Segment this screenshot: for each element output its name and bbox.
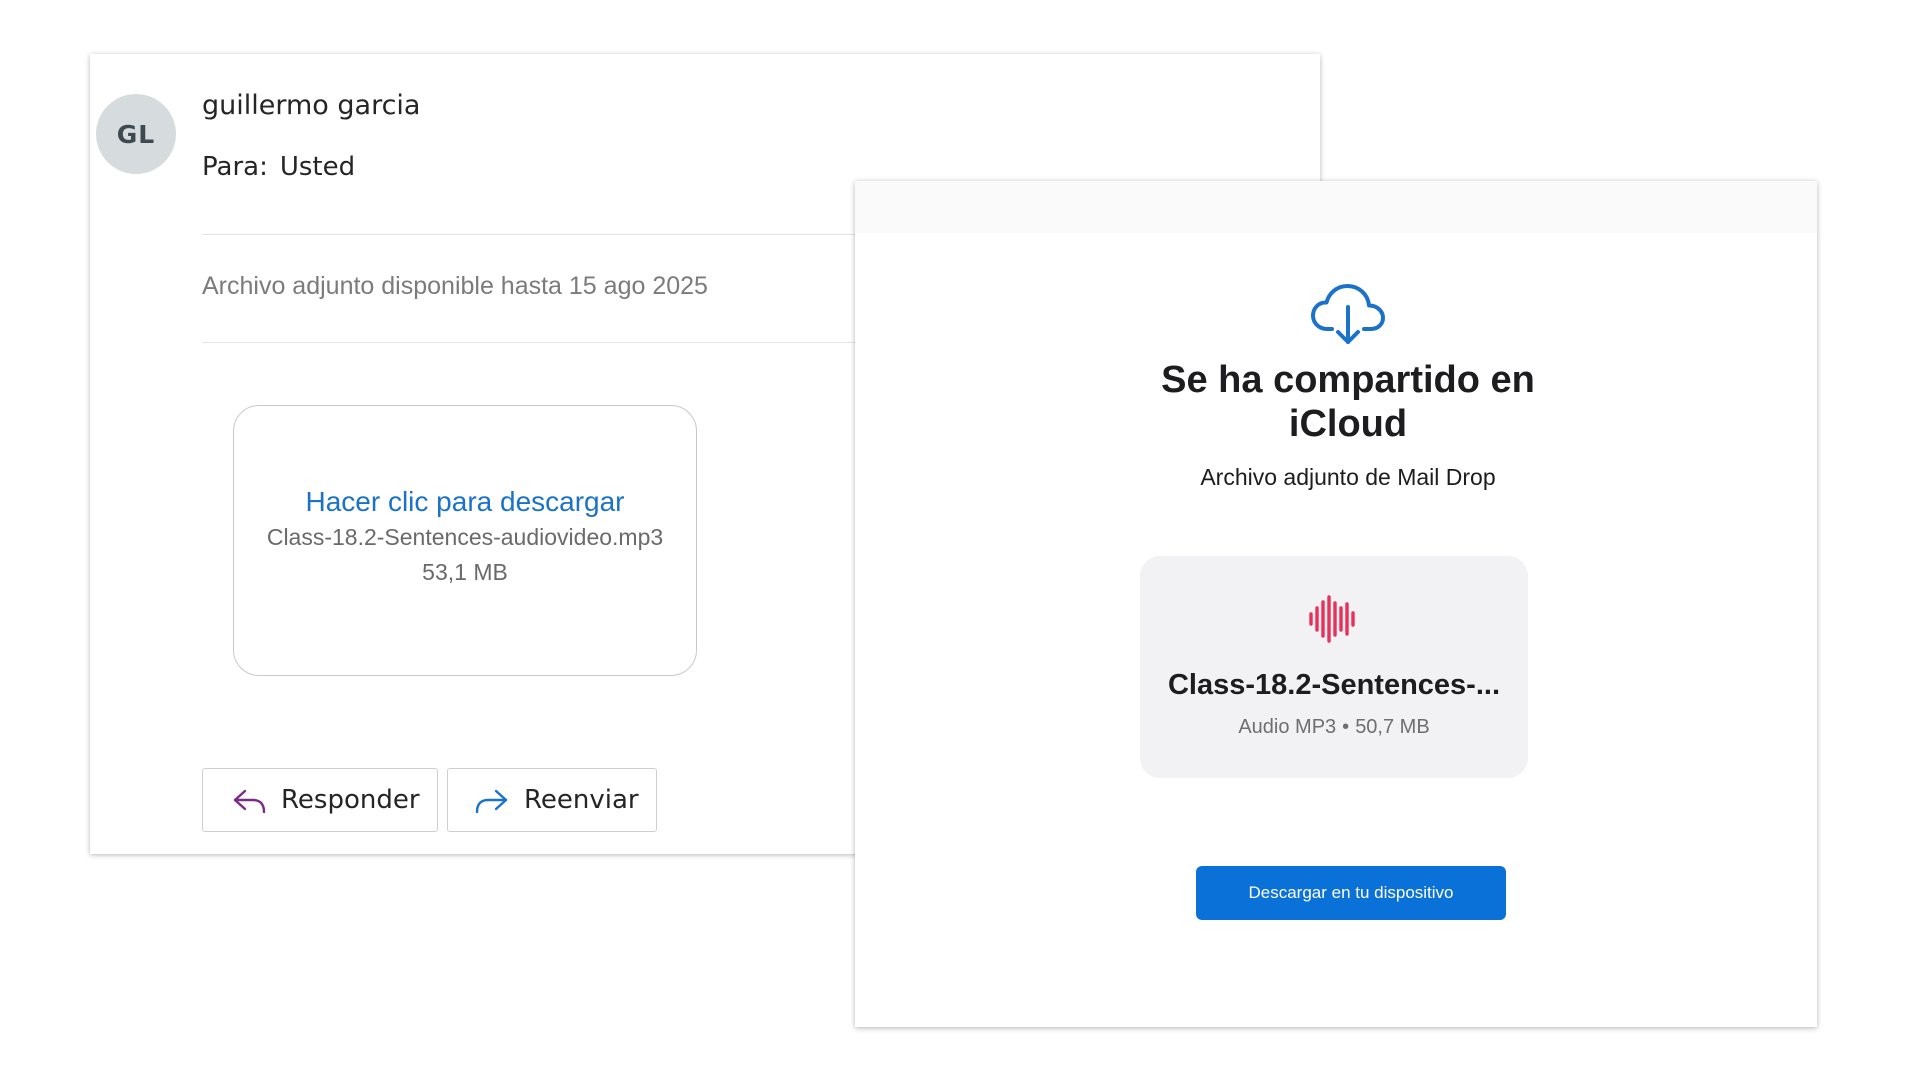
attachment-size: 53,1 MB — [422, 559, 508, 585]
reply-button-label: Responder — [281, 785, 420, 815]
meta-separator: • — [1342, 716, 1350, 738]
attachment-download-box[interactable]: Hacer clic para descargar Class-18.2-Sen… — [233, 405, 697, 676]
forward-button[interactable]: Reenviar — [447, 768, 657, 832]
shared-file-card: Class-18.2-Sentences-... Audio MP3 • 50,7 … — [1140, 556, 1528, 778]
shared-subtitle: Archivo adjunto de Mail Drop — [1200, 464, 1496, 490]
shared-file-meta: Audio MP3 • 50,7 MB — [1140, 716, 1528, 739]
download-link[interactable]: Hacer clic para descargar — [234, 486, 696, 518]
download-to-device-button[interactable]: Descargar en tu dispositivo — [1196, 866, 1506, 920]
reply-button[interactable]: Responder — [202, 768, 438, 832]
sender-name: guillermo garcia — [202, 90, 421, 121]
sender-avatar: GL — [96, 94, 176, 174]
audio-waveform-icon — [1309, 595, 1355, 643]
cloud-download-icon — [1311, 284, 1385, 344]
forward-arrow-icon — [475, 789, 508, 814]
shared-file-type: Audio MP3 — [1238, 716, 1337, 738]
recipient-label: Para: — [202, 152, 268, 182]
reply-arrow-icon — [233, 789, 266, 814]
attachment-filename: Class-18.2-Sentences-audiovideo.mp3 — [266, 524, 664, 550]
forward-button-label: Reenviar — [524, 785, 639, 815]
recipient-value: Usted — [279, 152, 356, 182]
attachment-availability-notice: Archivo adjunto disponible hasta 15 ago … — [202, 272, 708, 300]
recipient-line: Para: Usted — [202, 152, 355, 182]
shared-title: Se ha compartido en iCloud — [855, 358, 1841, 446]
shared-title-text: Se ha compartido en iCloud — [1161, 359, 1535, 445]
panel-top-strip — [855, 181, 1817, 233]
screenshot-stage: GL guillermo garcia Para: Usted Archivo a… — [0, 0, 1920, 1080]
icloud-maildrop-panel: Se ha compartido en iCloud Archivo adjun… — [855, 181, 1817, 1027]
shared-file-name: Class-18.2-Sentences-... — [1167, 669, 1501, 701]
shared-file-size: 50,7 MB — [1355, 716, 1430, 738]
